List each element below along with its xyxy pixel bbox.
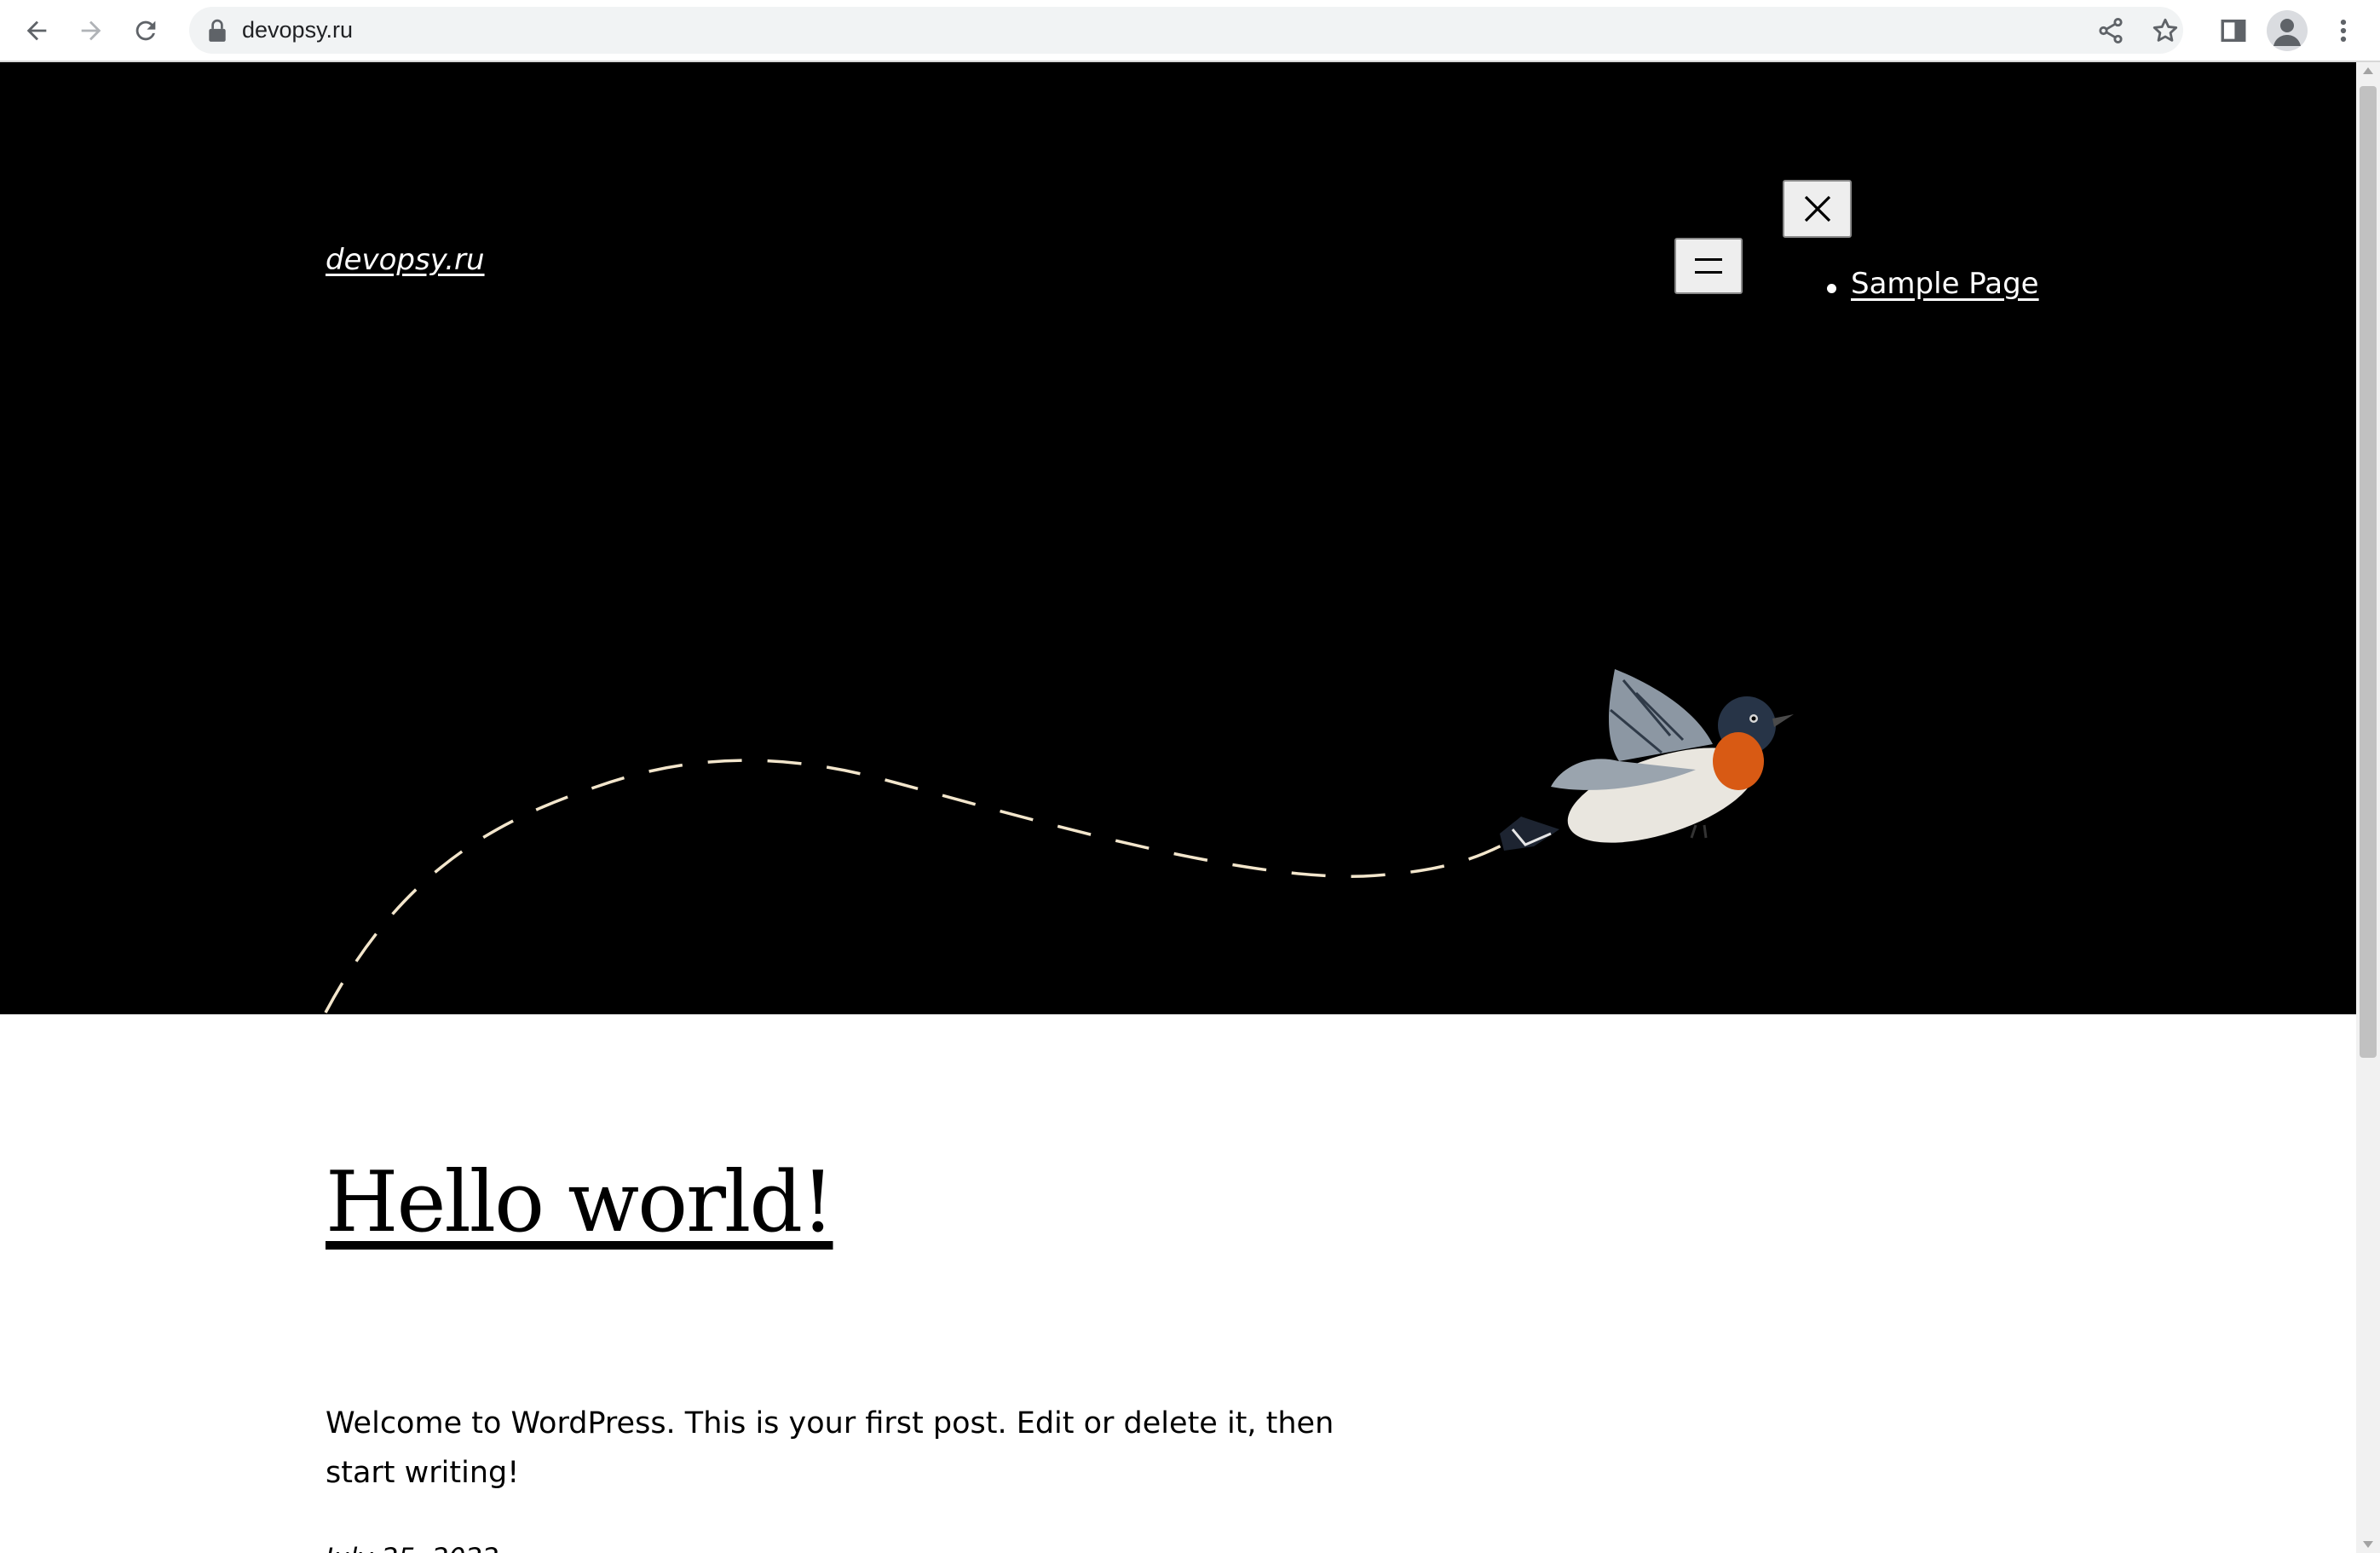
post-title: Hello world!	[326, 1153, 834, 1254]
kebab-menu-icon	[2340, 19, 2347, 43]
post-date-link[interactable]: July 25, 2022	[326, 1543, 499, 1553]
dashed-flight-path	[324, 759, 1509, 1013]
side-panel-icon	[2221, 19, 2246, 43]
arrow-right-icon	[81, 20, 101, 41]
share-icon	[2099, 17, 2123, 44]
site-title-link[interactable]: devopsy.ru	[326, 243, 485, 277]
site-header: devopsy.ru Sample Page	[0, 62, 2356, 1014]
reload-icon	[135, 20, 156, 41]
open-menu-button[interactable]	[1674, 238, 1743, 294]
arrow-left-icon	[26, 20, 47, 41]
bookmark-button[interactable]	[2144, 9, 2187, 52]
profile-icon	[2273, 19, 2301, 46]
url-text: devopsy.ru	[242, 17, 354, 43]
address-bar[interactable]: devopsy.ru	[189, 7, 2183, 54]
vertical-scrollbar[interactable]	[2356, 62, 2380, 1553]
share-button[interactable]	[2089, 9, 2132, 52]
star-icon	[2152, 18, 2178, 42]
nav-link-sample-page[interactable]: Sample Page	[1851, 267, 2039, 301]
lock-icon	[209, 19, 226, 42]
close-icon	[1804, 195, 1830, 222]
profile-button[interactable]	[2267, 10, 2308, 51]
primary-navigation: Sample Page	[1825, 267, 2039, 301]
page-viewport: devopsy.ru Sample Page Hello world! Welc…	[0, 62, 2356, 1553]
scroll-down-arrow-icon[interactable]	[2363, 1541, 2373, 1548]
scroll-up-arrow-icon[interactable]	[2363, 67, 2373, 74]
back-button[interactable]	[15, 9, 58, 52]
nav-item: Sample Page	[1825, 267, 2039, 301]
reload-button[interactable]	[124, 9, 167, 52]
hamburger-line	[1695, 258, 1722, 261]
post-excerpt: Welcome to WordPress. This is your first…	[326, 1406, 1334, 1490]
browser-menu-button[interactable]	[2322, 9, 2365, 52]
close-menu-button[interactable]	[1783, 180, 1852, 238]
bird-flight-illustration	[324, 669, 1794, 1013]
forward-button[interactable]	[70, 9, 112, 52]
hamburger-line	[1695, 271, 1722, 274]
browser-toolbar: devopsy.ru	[0, 0, 2380, 62]
bird-icon	[1500, 669, 1794, 851]
post-title-link[interactable]: Hello world!	[326, 1154, 834, 1251]
scrollbar-thumb[interactable]	[2360, 86, 2377, 1058]
side-panel-button[interactable]	[2212, 9, 2255, 52]
